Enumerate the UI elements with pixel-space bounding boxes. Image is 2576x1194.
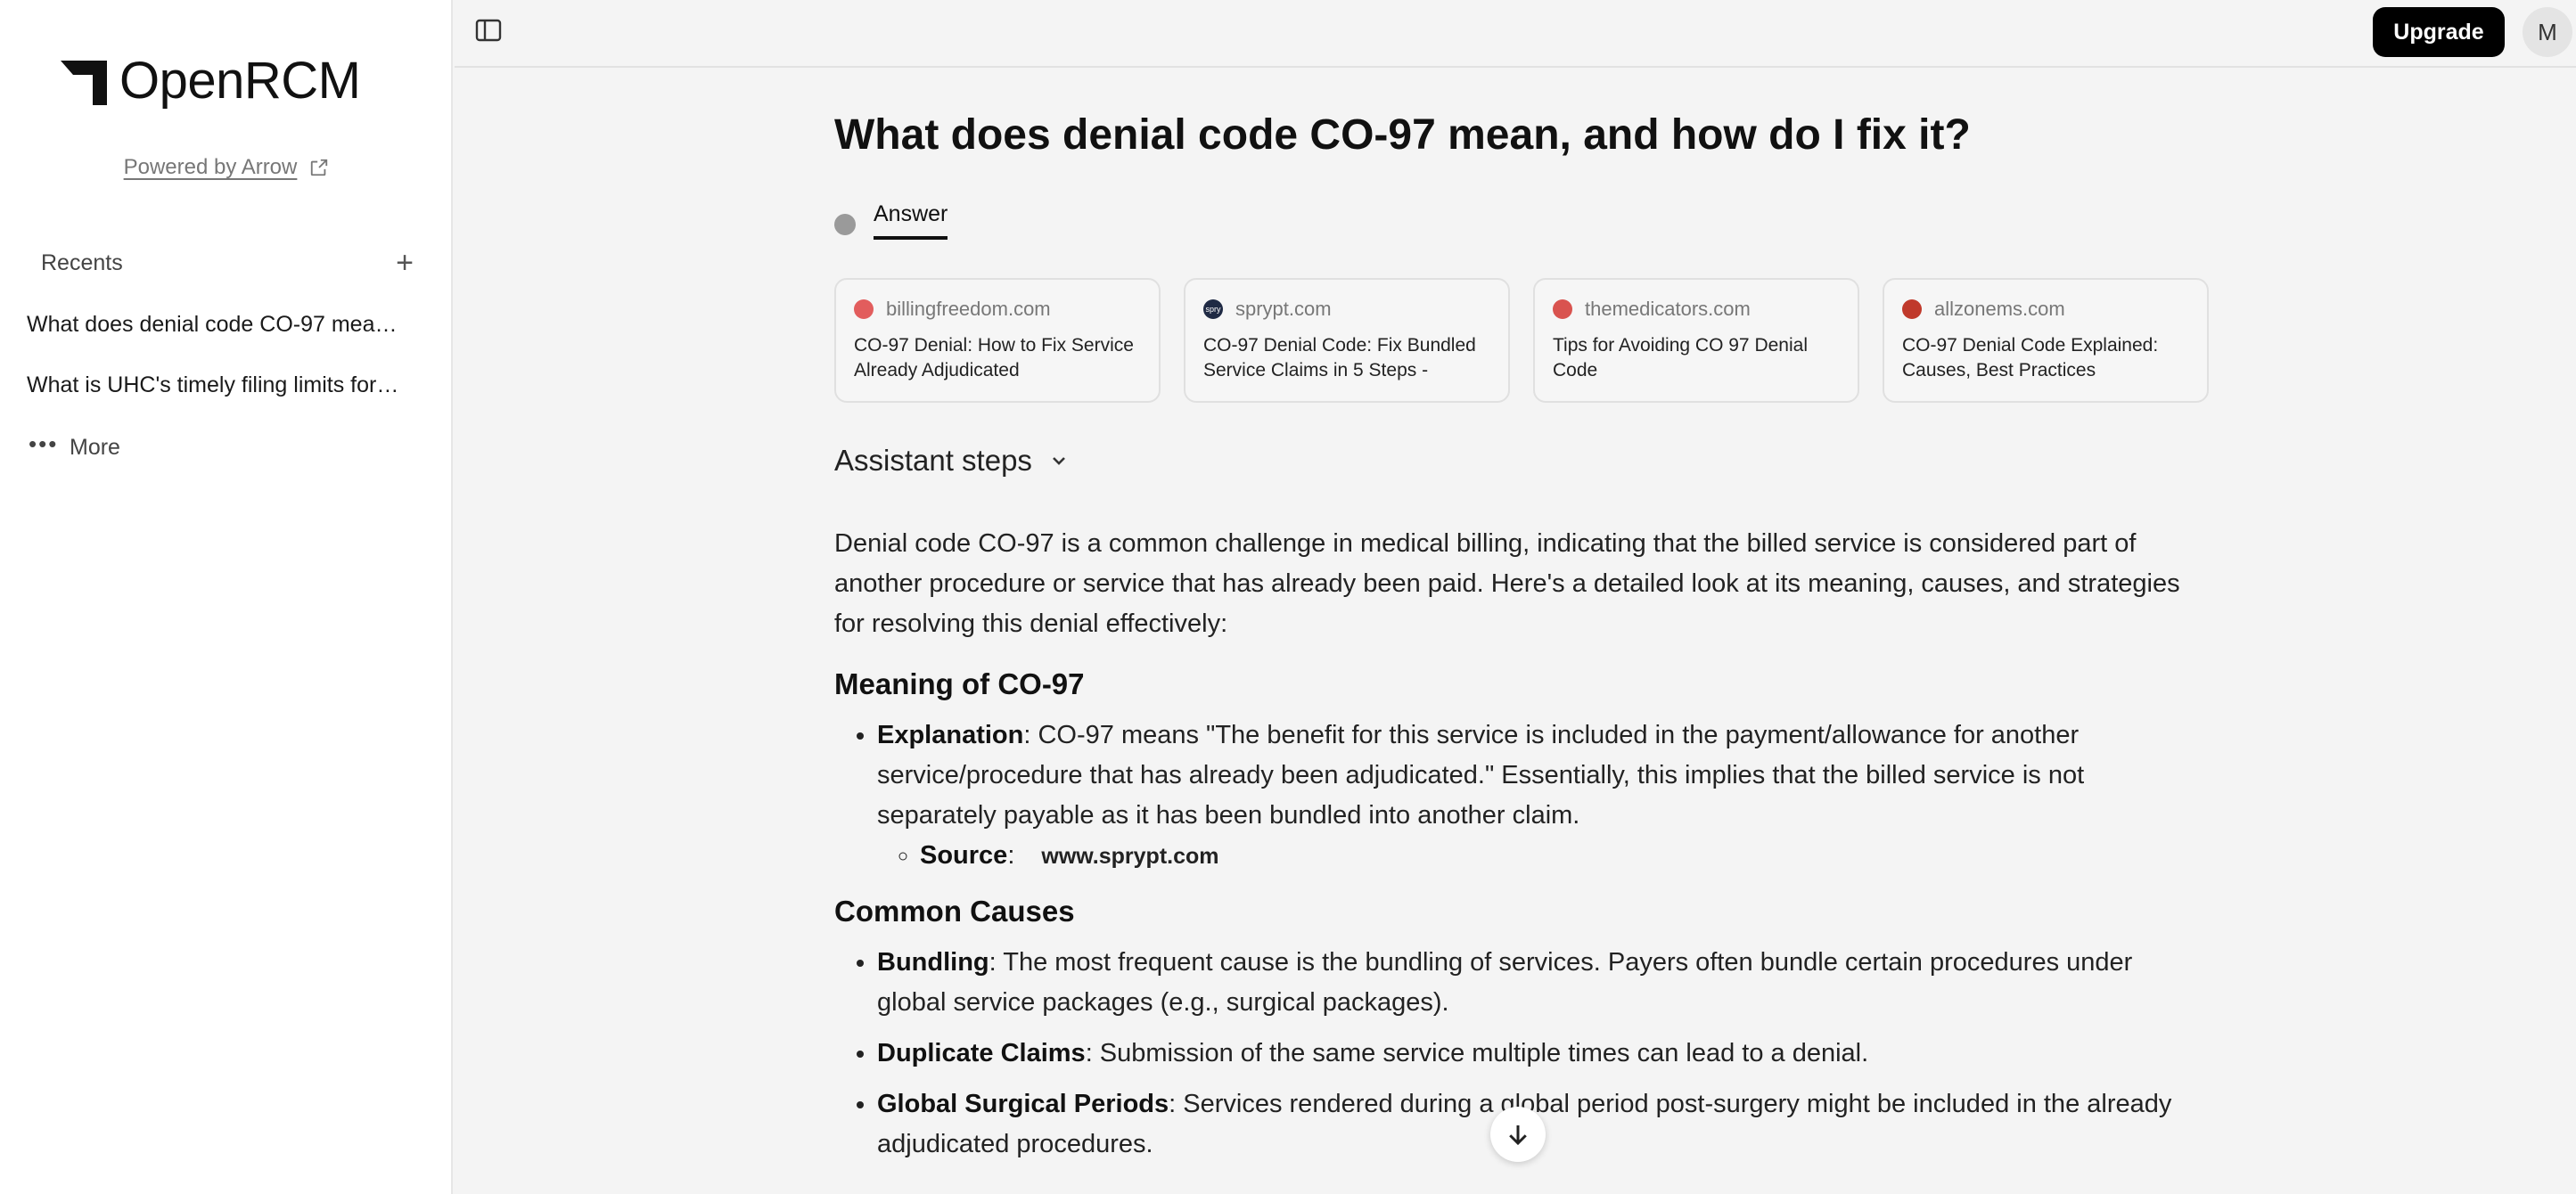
scroll-down-button[interactable] [1490, 1107, 1546, 1162]
external-link-icon [311, 159, 328, 176]
recent-item[interactable]: What does denial code CO-97 mean, and ho… [27, 312, 401, 338]
answer-tab-label: Answer [874, 201, 948, 240]
source-title: CO-97 Denial Code Explained: Causes, Bes… [1902, 335, 2159, 380]
list-item: Duplicate Claims: Submission of the same… [877, 1034, 2207, 1074]
source-card[interactable]: spry sprypt.com CO-97 Denial Code: Fix B… [1184, 278, 1510, 403]
source-title: Tips for Avoiding CO 97 Denial Code [1553, 335, 1808, 380]
chevron-down-icon [1053, 457, 1065, 465]
powered-by-label: Powered by Arrow [123, 155, 298, 179]
source-link[interactable]: www.sprypt.com [1041, 844, 1218, 869]
source-domain-row: allzonems.com [1902, 298, 2189, 321]
source-cards: billingfreedom.com CO-97 Denial: How to … [834, 278, 2209, 403]
meaning-list: Explanation: CO-97 means "The benefit fo… [834, 716, 2207, 877]
source-card[interactable]: allzonems.com CO-97 Denial Code Explaine… [1883, 278, 2209, 403]
billingfreedom-favicon-icon [854, 299, 874, 319]
source-domain: sprypt.com [1235, 298, 1332, 320]
cause-term: Global Surgical Periods [877, 1090, 1169, 1118]
cause-term: Bundling [877, 948, 989, 977]
cause-text: : The most frequent cause is the bundlin… [877, 948, 2133, 1017]
topbar: Upgrade M [455, 0, 2576, 68]
openrcm-logo-icon [61, 61, 107, 105]
assistant-steps-label: Assistant steps [834, 444, 1032, 477]
themedicators-favicon-icon [1553, 299, 1572, 319]
sidebar: OpenRCM Powered by Arrow Recents + What … [0, 0, 453, 1194]
source-card[interactable]: themedicators.com Tips for Avoiding CO 9… [1533, 278, 1859, 403]
cause-term: Duplicate Claims [877, 1039, 1086, 1067]
list-item: Explanation: CO-97 means "The benefit fo… [877, 716, 2207, 877]
list-item: Bundling: The most frequent cause is the… [877, 943, 2207, 1023]
new-chat-plus-icon[interactable]: + [396, 248, 414, 278]
source-domain: allzonems.com [1934, 298, 2065, 320]
avatar[interactable]: M [2523, 7, 2572, 57]
logo[interactable]: OpenRCM [55, 51, 361, 110]
sub-list: Source: www.sprypt.com [877, 836, 2207, 877]
recents-header: Recents + [41, 248, 414, 278]
meaning-heading: Meaning of CO-97 [834, 667, 1085, 700]
source-term: Source [920, 841, 1008, 870]
assistant-steps-toggle[interactable]: Assistant steps [834, 444, 1070, 478]
upgrade-button[interactable]: Upgrade [2373, 7, 2505, 57]
source-domain: themedicators.com [1585, 298, 1751, 320]
sidebar-toggle-icon[interactable] [474, 16, 503, 45]
causes-heading: Common Causes [834, 895, 1075, 928]
answer-body: Denial code CO-97 is a common challenge … [834, 524, 2207, 1179]
source-domain-row: themedicators.com [1553, 298, 1840, 321]
more-button[interactable]: ••• More [29, 429, 120, 461]
answer-status-icon [834, 213, 856, 235]
recent-item[interactable]: What is UHC's timely filing limits for c… [27, 372, 401, 398]
cause-text: : Submission of the same service multipl… [1085, 1039, 1869, 1067]
source-title: CO-97 Denial Code: Fix Bundled Service C… [1203, 335, 1476, 380]
explanation-text: : CO-97 means "The benefit for this serv… [877, 721, 2085, 830]
source-domain-row: billingfreedom.com [854, 298, 1141, 321]
allzonems-favicon-icon [1902, 299, 1922, 319]
tab-answer[interactable]: Answer [834, 201, 948, 240]
source-card[interactable]: billingfreedom.com CO-97 Denial: How to … [834, 278, 1161, 403]
page-title: What does denial code CO-97 mean, and ho… [834, 111, 1971, 159]
more-dots-icon: ••• [29, 429, 59, 457]
app: OpenRCM Powered by Arrow Recents + What … [0, 0, 2576, 1194]
powered-by-link[interactable]: Powered by Arrow [0, 155, 453, 180]
sprypt-favicon-icon: spry [1203, 299, 1223, 319]
source-colon: : [1007, 841, 1015, 870]
logo-text: OpenRCM [119, 51, 361, 110]
more-label: More [70, 435, 120, 460]
arrow-down-icon [1509, 1125, 1527, 1146]
recents-title: Recents [41, 249, 123, 275]
explanation-term: Explanation [877, 721, 1024, 749]
source-title: CO-97 Denial: How to Fix Service Already… [854, 335, 1134, 380]
intro-paragraph: Denial code CO-97 is a common challenge … [834, 529, 2180, 638]
source-domain: billingfreedom.com [886, 298, 1051, 320]
source-domain-row: spry sprypt.com [1203, 298, 1490, 321]
list-item: Source: www.sprypt.com [920, 836, 2207, 877]
